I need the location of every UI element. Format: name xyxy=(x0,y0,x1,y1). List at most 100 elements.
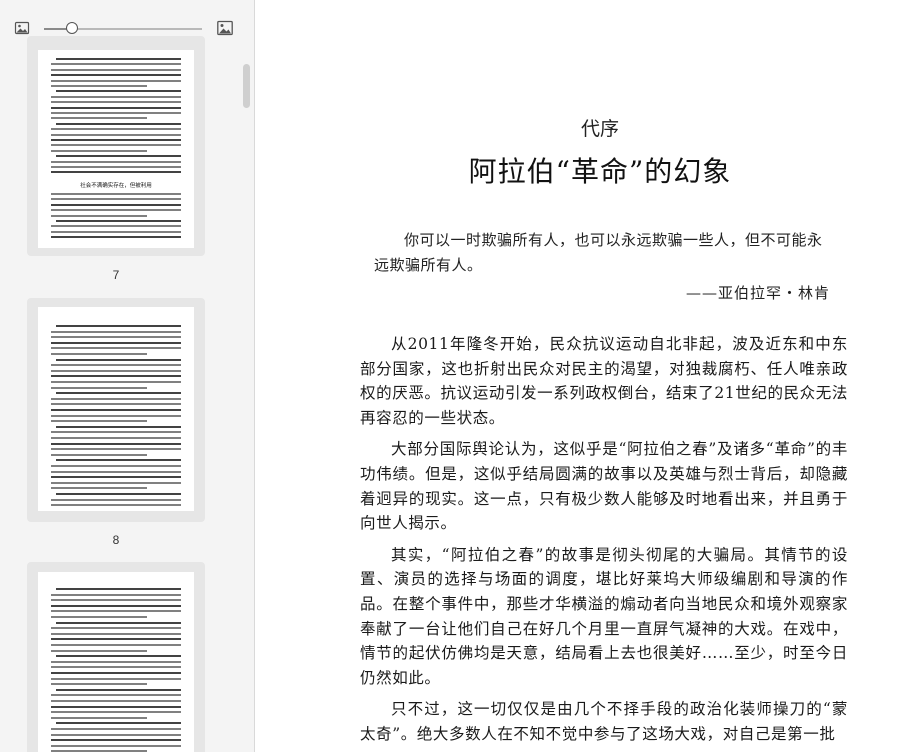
thumbnail-text-line xyxy=(51,476,181,479)
thumbnail-text-line xyxy=(51,487,147,490)
thumbnail-text-line xyxy=(51,610,181,613)
thumbnail-text-line xyxy=(51,409,181,411)
thumbnail-text-line xyxy=(51,437,181,439)
thumbnail-text-line xyxy=(51,504,181,507)
thumbnail-page-image xyxy=(38,307,194,511)
paragraph: 从2011年隆冬开始，民众抗议运动自北非起，波及近东和中东部分国家，这也折射出民… xyxy=(360,335,848,427)
thumbnail-text-line xyxy=(51,716,147,719)
thumbnail-text-line xyxy=(51,353,147,355)
thumbnail-text-line xyxy=(51,330,181,333)
thumbnail-text-line xyxy=(51,481,181,484)
paragraph: 其实，“阿拉伯之春”的故事是彻头彻尾的大骗局。其情节的设置、演员的选择与场面的调… xyxy=(360,545,848,687)
thumbnail-text-line xyxy=(51,397,181,400)
epigraph-attribution: ——亚伯拉罕・林肯 xyxy=(685,284,830,302)
thumbnail-text-line xyxy=(51,677,181,680)
thumbnail-text-line xyxy=(51,711,181,714)
thumbnail-text-line xyxy=(56,155,181,158)
thumbnail-text-line xyxy=(51,117,147,120)
thumbnail-text-line xyxy=(56,688,181,691)
thumbnail-text-line xyxy=(51,632,181,635)
body-text: 从2011年隆冬开始，民众抗议运动自北非起，波及近东和中东部分国家，这也折射出民… xyxy=(360,332,848,754)
thumbnail-text-line xyxy=(56,358,181,361)
thumbnail-text-line xyxy=(56,621,181,624)
thumbnail-text-line xyxy=(51,442,181,445)
thumbnail-text-line xyxy=(51,230,181,233)
thumbnail-text-line xyxy=(51,203,181,206)
thumbnail-text-line xyxy=(51,649,147,652)
thumbnail-text-line xyxy=(51,386,147,389)
thumbnail-text-line xyxy=(51,74,181,77)
thumbnail-sidebar: 社会不满确实存在，但被利用 7 8 xyxy=(0,0,255,752)
zoom-slider-handle[interactable] xyxy=(66,22,78,34)
thumbnail-text-line xyxy=(51,420,147,423)
thumbnail-text-line xyxy=(51,369,181,372)
thumbnail-text-line xyxy=(51,336,181,339)
thumbnail-text-line xyxy=(51,106,181,109)
thumbnail-text-line xyxy=(51,498,181,501)
thumbnail-text-line xyxy=(51,112,181,114)
thumbnail-text-line xyxy=(51,160,181,163)
thumbnail-text-line xyxy=(51,209,181,212)
thumbnail-text-line xyxy=(51,638,181,641)
thumbnail-text-line xyxy=(56,588,181,590)
thumbnail-text-line xyxy=(51,381,181,383)
thumbnail-text-line xyxy=(51,193,181,195)
thumbnail-text-line xyxy=(51,375,181,378)
thumbnail-text-line xyxy=(51,79,181,82)
thumbnail-text-line xyxy=(51,627,181,630)
thumbnail-text-line xyxy=(51,465,181,467)
sidebar-scrollbar[interactable] xyxy=(243,64,250,108)
thumbnail-text-line xyxy=(51,85,147,87)
page-thumbnail-8[interactable] xyxy=(27,298,205,522)
thumbnail-text-line xyxy=(56,459,181,462)
paragraph: 只不过，这一切仅仅是由几个不择手段的政治化装师操刀的“蒙太奇”。绝大多数人在不知… xyxy=(360,700,848,743)
thumbnail-text-line xyxy=(51,414,181,417)
thumbnail-text-line xyxy=(51,470,181,473)
page-number-label: 8 xyxy=(112,533,120,547)
large-image-icon[interactable] xyxy=(217,20,233,36)
thumbnail-text-line xyxy=(51,149,147,152)
thumbnail-text-line xyxy=(51,133,181,136)
thumbnail-text-line xyxy=(56,90,181,93)
thumbnail-page-image: 社会不满确实存在，但被利用 xyxy=(38,50,194,248)
thumbnail-text-line xyxy=(56,325,181,327)
zoom-slider[interactable] xyxy=(44,22,202,34)
thumbnail-text-line xyxy=(51,644,181,646)
thumbnail-text-line xyxy=(51,166,181,168)
thumbnail-text-line xyxy=(51,728,181,730)
thumbnail-text-line xyxy=(51,672,181,674)
thumbnail-text-line xyxy=(51,139,181,141)
thumbnail-text-line xyxy=(51,593,181,596)
thumbnail-text-line xyxy=(51,347,181,350)
page-number-label: 7 xyxy=(112,268,120,282)
thumbnail-text-line xyxy=(51,95,181,98)
page-thumbnail-9[interactable] xyxy=(27,562,205,752)
thumbnail-text-line xyxy=(51,341,181,344)
thumbnail-text-line xyxy=(56,122,181,125)
thumbnail-text-line xyxy=(51,683,147,686)
small-image-icon[interactable] xyxy=(14,20,30,36)
thumbnail-text-line xyxy=(51,733,181,736)
thumbnail-text-line xyxy=(51,453,147,456)
thumbnail-text-line xyxy=(56,220,181,222)
thumbnail-text-line xyxy=(51,660,181,663)
thumbnail-text-line xyxy=(51,739,181,742)
thumbnail-text-line xyxy=(51,171,181,174)
thumbnail-text-line xyxy=(51,694,181,697)
thumbnail-text-line xyxy=(51,744,181,747)
document-page: 代序 阿拉伯“革命”的幻象 你可以一时欺骗所有人，也可以永远欺骗一些人，但不可能… xyxy=(276,0,900,752)
epigraph-quote: 你可以一时欺骗所有人，也可以永远欺骗一些人，但不可能永远欺骗所有人。 xyxy=(374,231,823,274)
thumbnail-text-line xyxy=(51,68,181,71)
thumbnail-text-line xyxy=(51,604,181,607)
thumbnail-text-line xyxy=(51,198,181,201)
thumbnail-text-line xyxy=(51,63,181,66)
thumbnail-text-line xyxy=(51,364,181,367)
thumbnail-text-line xyxy=(51,101,181,104)
page-subtitle: 代序 xyxy=(580,118,619,140)
paragraph: 大部分国际舆论认为，这似乎是“阿拉伯之春”及诸多“革命”的丰功伟绩。但是，这似乎… xyxy=(360,440,848,533)
thumbnail-text-line xyxy=(51,666,181,669)
thumbnail-heading: 社会不满确实存在，但被利用 xyxy=(80,183,152,189)
page-thumbnail-7[interactable]: 社会不满确实存在，但被利用 xyxy=(27,36,205,256)
thumbnail-text-line xyxy=(56,655,181,658)
thumbnail-text-line xyxy=(51,448,181,451)
